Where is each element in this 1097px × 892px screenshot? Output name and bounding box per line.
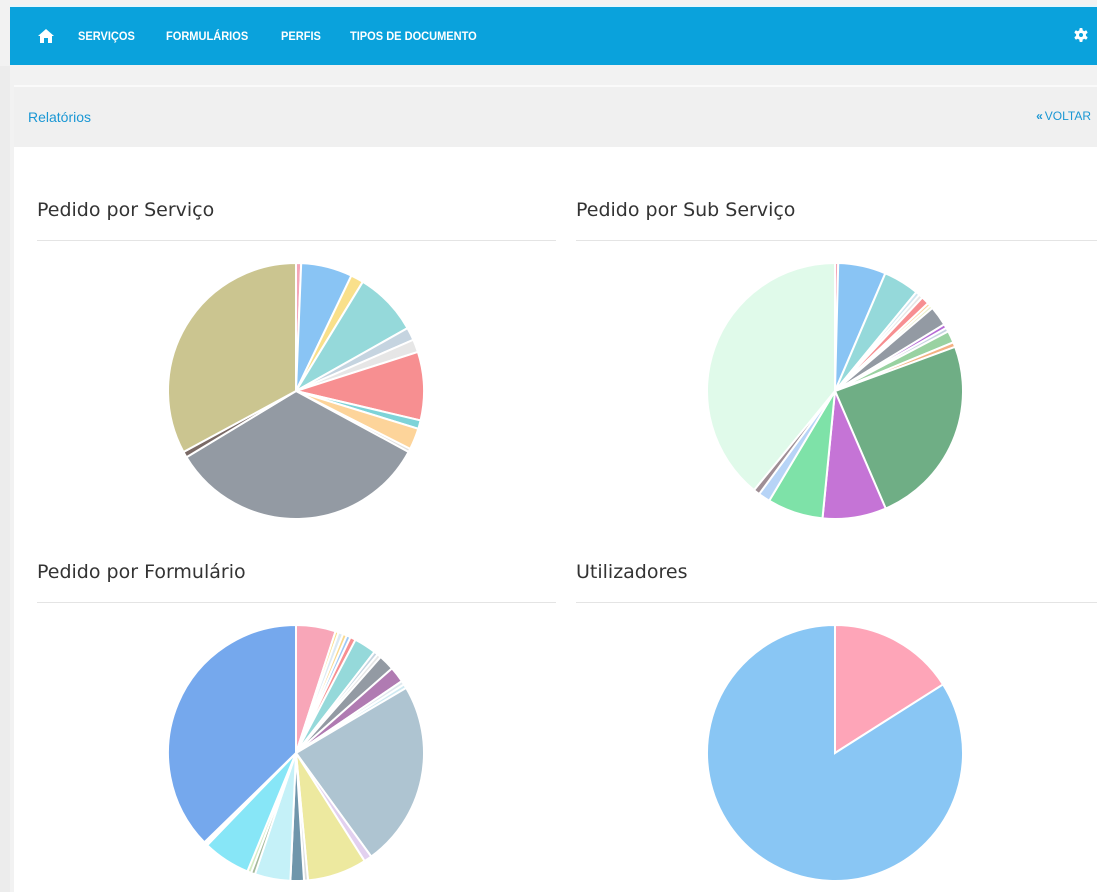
pie-chart (167, 623, 425, 882)
nav-formularios[interactable]: FORMULÁRIOS (166, 29, 248, 43)
divider (37, 602, 556, 603)
main-navbar: SERVIÇOS FORMULÁRIOS PERFIS TIPOS DE DOC… (10, 5, 1097, 65)
chart-pedido-por-servico: Pedido por Serviço (37, 199, 557, 529)
chart-utilizadores: Utilizadores (576, 561, 1097, 892)
double-chevron-left-icon: « (1036, 109, 1043, 123)
back-button[interactable]: « VOLTAR (1036, 109, 1091, 123)
pie-chart (706, 623, 964, 882)
chart-title: Utilizadores (576, 561, 688, 583)
divider (37, 240, 556, 241)
pie-chart (166, 261, 425, 520)
nav-tipos-de-documento[interactable]: TIPOS DE DOCUMENTO (350, 29, 477, 43)
reports-panel: Relatórios « VOLTAR Pedido por Serviço P… (14, 85, 1097, 892)
left-sidebar-strip (0, 66, 10, 892)
panel-header: Relatórios « VOLTAR (14, 85, 1097, 147)
chart-title: Pedido por Sub Serviço (576, 199, 796, 221)
page-title[interactable]: Relatórios (28, 109, 91, 125)
chart-pedido-por-sub-servico: Pedido por Sub Serviço (576, 199, 1097, 529)
home-icon[interactable] (28, 7, 64, 65)
divider (576, 240, 1097, 241)
back-label: VOLTAR (1044, 109, 1091, 123)
nav-servicos[interactable]: SERVIÇOS (78, 29, 135, 43)
pie-chart (706, 261, 964, 520)
nav-perfis[interactable]: PERFIS (281, 29, 321, 43)
chart-title: Pedido por Serviço (37, 199, 215, 221)
chart-pedido-por-formulario: Pedido por Formulário (37, 561, 557, 892)
gear-icon[interactable] (1071, 25, 1091, 45)
divider (576, 602, 1097, 603)
chart-title: Pedido por Formulário (37, 561, 246, 583)
